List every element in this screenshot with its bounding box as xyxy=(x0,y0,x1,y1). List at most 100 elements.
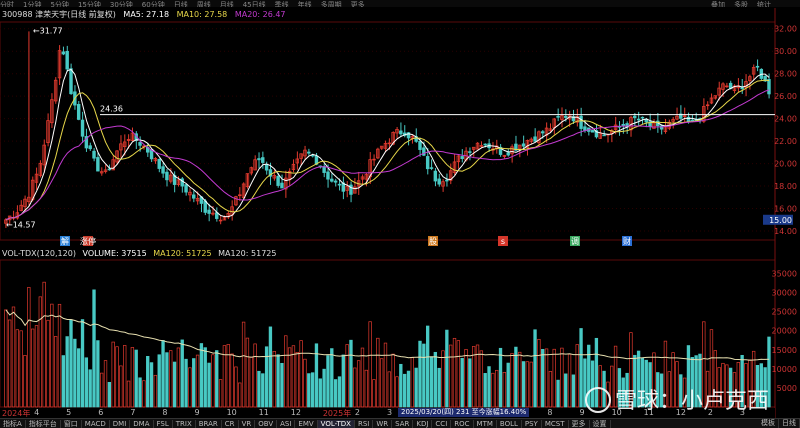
volume-value: VOLUME: 37515 xyxy=(82,249,147,258)
volume-bar xyxy=(130,347,135,408)
volume-bar xyxy=(337,376,342,408)
volume-bar xyxy=(15,329,19,408)
volume-bar xyxy=(391,353,395,408)
volume-bar xyxy=(38,296,42,408)
candle-body xyxy=(330,178,334,182)
volume-bar xyxy=(567,353,572,408)
candle-body xyxy=(218,219,223,222)
candle-body xyxy=(521,143,526,147)
volume-bar xyxy=(4,309,8,408)
volume-bar xyxy=(96,340,100,408)
volume-bar xyxy=(452,337,457,408)
volume-bar xyxy=(276,354,280,408)
volume-tick-label: 20000 xyxy=(772,327,797,336)
date-label: 9 xyxy=(579,408,585,417)
volume-bar xyxy=(169,350,173,408)
price-tick-label: 22.00 xyxy=(774,137,797,146)
candle-body xyxy=(579,115,583,129)
volume-bar xyxy=(199,343,204,408)
candle-body xyxy=(61,51,66,55)
candle-body xyxy=(633,115,637,119)
volume-bar xyxy=(80,319,85,408)
volume-bar xyxy=(241,321,246,408)
volume-bar xyxy=(556,379,560,408)
candle-body xyxy=(602,134,606,137)
event-marker-label: 财 xyxy=(623,236,631,246)
volume-bar xyxy=(479,350,484,408)
volume-bar xyxy=(529,361,533,408)
kline-chart[interactable]: 14.00 16.00 18.00 20.00 22.00 24.00 26.00 28.00… xyxy=(0,0,800,427)
volume-bar xyxy=(284,335,288,408)
candle-body xyxy=(76,104,81,120)
candle-body xyxy=(92,150,96,159)
candle-body xyxy=(705,104,710,107)
candle-body xyxy=(590,130,595,133)
candle-body xyxy=(337,183,342,186)
volume-bar xyxy=(345,344,349,408)
volume-bar xyxy=(449,344,453,408)
volume-bar xyxy=(195,354,200,408)
volume-bar xyxy=(88,369,92,408)
candle-body xyxy=(372,158,376,161)
volume-bar xyxy=(544,348,549,408)
volume-bar xyxy=(552,348,556,408)
candle-body xyxy=(333,180,338,183)
volume-bar xyxy=(42,281,46,408)
ma5-line xyxy=(5,68,770,221)
volume-bar xyxy=(257,370,261,408)
price-tick-label: 24.00 xyxy=(774,115,797,124)
volume-bar xyxy=(134,349,138,408)
volume-bar xyxy=(333,379,338,408)
volume-ma120-a: MA120: 51725 xyxy=(153,249,212,258)
volume-bar xyxy=(261,373,265,408)
volume-bar xyxy=(146,356,150,408)
candle-body xyxy=(184,184,188,193)
candle-body xyxy=(636,118,641,121)
volume-bar xyxy=(521,361,526,408)
volume-bar xyxy=(54,336,58,408)
low-label: ←14.57 xyxy=(6,221,36,230)
volume-bar xyxy=(402,373,407,408)
price-tick-label: 28.00 xyxy=(774,70,797,79)
volume-bar xyxy=(176,347,181,408)
volume-bar xyxy=(349,339,353,408)
candle-body xyxy=(418,140,422,150)
volume-bar xyxy=(77,348,81,408)
candle-body xyxy=(280,182,284,189)
candle-body xyxy=(460,156,464,160)
candle-body xyxy=(445,179,449,182)
price-tick-label: 26.00 xyxy=(774,92,797,101)
candle-body xyxy=(257,158,261,161)
volume-bar xyxy=(50,303,54,408)
candle-body xyxy=(682,115,687,117)
volume-bar xyxy=(65,336,69,408)
candle-body xyxy=(556,116,560,118)
volume-bar xyxy=(376,337,380,408)
volume-bar xyxy=(84,357,89,408)
volume-bar xyxy=(414,367,418,408)
volume-bar xyxy=(330,348,334,408)
volume-tick-label: 10000 xyxy=(772,365,797,374)
candle-body xyxy=(468,151,472,153)
volume-bar xyxy=(491,372,495,408)
volume-bar xyxy=(379,358,384,408)
candle-body xyxy=(264,164,269,171)
price-tick-label: 30.00 xyxy=(774,47,797,56)
volume-bar xyxy=(299,340,303,408)
volume-bar xyxy=(487,366,491,408)
candle-body xyxy=(238,194,242,197)
volume-bar xyxy=(123,345,127,408)
volume-bar xyxy=(579,328,583,408)
watermark: 雪球：小卢克西 xyxy=(585,383,769,415)
volume-bar xyxy=(537,338,541,408)
volume-bar xyxy=(138,377,142,408)
volume-bar xyxy=(295,351,299,408)
volume-bar xyxy=(126,380,131,408)
date-label: 8 xyxy=(162,408,168,417)
candle-body xyxy=(203,200,207,213)
candle-body xyxy=(506,152,510,156)
candle-body xyxy=(326,171,330,180)
volume-bar xyxy=(383,342,388,408)
volume-bar xyxy=(107,381,112,408)
volume-bar xyxy=(502,371,507,408)
